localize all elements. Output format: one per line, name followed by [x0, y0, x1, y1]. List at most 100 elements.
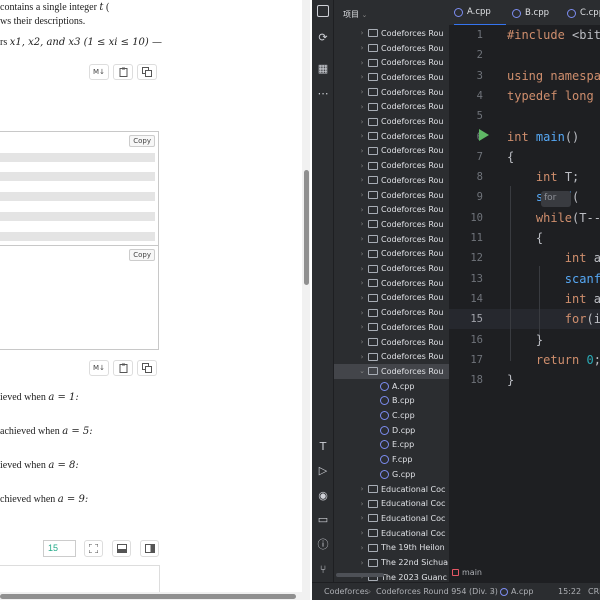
chevron-right-icon[interactable]: ›: [358, 529, 366, 537]
tree-folder[interactable]: › Codeforces Rou: [334, 114, 449, 129]
chevron-right-icon[interactable]: ›: [358, 191, 366, 199]
tree-folder[interactable]: › Educational Coc: [334, 526, 449, 541]
copy-input-button[interactable]: Copy: [129, 135, 155, 147]
tree-folder[interactable]: › Codeforces Rou: [334, 26, 449, 41]
tab-b-cpp[interactable]: B.cpp: [512, 0, 549, 25]
git-icon[interactable]: ⟳: [315, 29, 331, 45]
tab-c-cpp[interactable]: C.cpp: [567, 0, 600, 25]
tree-folder[interactable]: › Educational Coc: [334, 496, 449, 511]
layout-bottom-icon[interactable]: [112, 540, 131, 557]
chevron-right-icon[interactable]: ›: [358, 44, 366, 52]
chevron-right-icon[interactable]: ›: [358, 323, 366, 331]
chevron-right-icon[interactable]: ›: [358, 353, 366, 361]
tree-folder[interactable]: › Codeforces Rou: [334, 291, 449, 306]
build-icon[interactable]: T: [315, 438, 331, 454]
tree-folder[interactable]: › Codeforces Rou: [334, 173, 449, 188]
copy-output-button[interactable]: Copy: [129, 249, 155, 261]
breadcrumb-file[interactable]: A.cpp: [511, 587, 533, 596]
chevron-right-icon[interactable]: ›: [358, 338, 366, 346]
tree-file[interactable]: G.cpp: [334, 467, 449, 482]
layout-side-icon[interactable]: [140, 540, 159, 557]
tree-folder[interactable]: › Codeforces Rou: [334, 85, 449, 100]
tree-folder[interactable]: › Codeforces Rou: [334, 276, 449, 291]
markdown-button-2[interactable]: M↓: [89, 360, 109, 376]
tree-folder[interactable]: › Codeforces Rou: [334, 188, 449, 203]
breadcrumb-folder[interactable]: Codeforces Round 954 (Div. 3): [376, 587, 498, 596]
tree-folder[interactable]: › Codeforces Rou: [334, 100, 449, 115]
chevron-right-icon[interactable]: ›: [358, 279, 366, 287]
tree-folder[interactable]: › Codeforces Rou: [334, 70, 449, 85]
fullscreen-icon[interactable]: [84, 540, 103, 557]
chevron-right-icon[interactable]: ›: [358, 500, 366, 508]
branch-label[interactable]: main: [452, 568, 482, 577]
tree-folder[interactable]: › Codeforces Rou: [334, 55, 449, 70]
tree-file[interactable]: B.cpp: [334, 394, 449, 409]
chevron-right-icon[interactable]: ›: [358, 103, 366, 111]
folder-icon[interactable]: [317, 5, 329, 17]
tree-folder[interactable]: › Codeforces Rou: [334, 129, 449, 144]
chevron-right-icon[interactable]: ›: [358, 250, 366, 258]
code-editor[interactable]: 1 2 3 4 5 6 7 8 9 10 11 12 13 14 15 16 17 18 #include <bi…: [449, 26, 600, 582]
chevron-right-icon[interactable]: ›: [358, 29, 366, 37]
tree-folder[interactable]: › Codeforces Rou: [334, 158, 449, 173]
chevron-right-icon[interactable]: ›: [358, 206, 366, 214]
chevron-right-icon[interactable]: ›: [358, 118, 366, 126]
chevron-down-icon[interactable]: ⌄: [358, 367, 366, 375]
run-icon[interactable]: ▷: [315, 462, 331, 478]
tree-folder[interactable]: › Codeforces Rou: [334, 335, 449, 350]
chevron-right-icon[interactable]: ›: [358, 544, 366, 552]
chevron-right-icon[interactable]: ›: [358, 235, 366, 243]
tree-file[interactable]: C.cpp: [334, 408, 449, 423]
chevron-right-icon[interactable]: ›: [358, 265, 366, 273]
clipboard-icon[interactable]: [113, 360, 133, 376]
tree-file[interactable]: D.cpp: [334, 423, 449, 438]
tree-folder[interactable]: › Codeforces Rou: [334, 349, 449, 364]
chevron-right-icon[interactable]: ›: [358, 147, 366, 155]
breadcrumb-root[interactable]: Codeforces: [324, 587, 369, 596]
chevron-right-icon[interactable]: ›: [358, 176, 366, 184]
chevron-right-icon[interactable]: ›: [358, 485, 366, 493]
tree-folder[interactable]: › Educational Coc: [334, 482, 449, 497]
vcs-icon[interactable]: ⑂: [315, 561, 331, 577]
tree-folder[interactable]: › Codeforces Rou: [334, 41, 449, 56]
chevron-right-icon[interactable]: ›: [358, 162, 366, 170]
clipboard-icon[interactable]: [113, 64, 133, 80]
chevron-right-icon[interactable]: ›: [358, 73, 366, 81]
tree-folder[interactable]: › The 19th Heilon: [334, 541, 449, 556]
chevron-right-icon[interactable]: ›: [358, 220, 366, 228]
debug-icon[interactable]: ◉: [315, 487, 331, 503]
problems-icon[interactable]: ⓘ: [315, 536, 331, 552]
line-ending[interactable]: CRL: [588, 587, 600, 596]
copy-icon[interactable]: [137, 64, 157, 80]
chevron-right-icon[interactable]: ›: [358, 309, 366, 317]
tree-folder[interactable]: › Codeforces Rou: [334, 217, 449, 232]
tab-a-cpp[interactable]: A.cpp: [454, 0, 506, 25]
project-header[interactable]: 项目 ⌄: [334, 0, 449, 26]
vertical-scrollbar[interactable]: [302, 0, 310, 600]
chevron-right-icon[interactable]: ›: [358, 294, 366, 302]
tree-file[interactable]: A.cpp: [334, 379, 449, 394]
tree-folder[interactable]: › The 22nd Sichua: [334, 555, 449, 570]
project-scrollbar[interactable]: [336, 573, 384, 577]
tree-folder[interactable]: › Codeforces Rou: [334, 261, 449, 276]
tree-folder[interactable]: › Codeforces Rou: [334, 320, 449, 335]
chevron-right-icon[interactable]: ›: [358, 559, 366, 567]
chevron-right-icon[interactable]: ›: [358, 88, 366, 96]
tree-folder[interactable]: › Codeforces Rou: [334, 247, 449, 262]
tree-file[interactable]: F.cpp: [334, 452, 449, 467]
structure-icon[interactable]: ▦: [315, 60, 331, 76]
cursor-position[interactable]: 15:22: [558, 587, 581, 596]
tree-file[interactable]: E.cpp: [334, 438, 449, 453]
tree-folder[interactable]: › Codeforces Rou: [334, 202, 449, 217]
tree-folder[interactable]: › Codeforces Rou: [334, 305, 449, 320]
more-icon[interactable]: ⋯: [315, 85, 331, 101]
font-size-input[interactable]: 15: [43, 540, 76, 557]
tree-folder[interactable]: › Codeforces Rou: [334, 144, 449, 159]
horizontal-scrollbar[interactable]: [0, 592, 302, 600]
copy-icon[interactable]: [137, 360, 157, 376]
editor-area[interactable]: [0, 565, 160, 595]
tree-folder[interactable]: ⌄ Codeforces Rou: [334, 364, 449, 379]
terminal-icon[interactable]: ▭: [315, 511, 331, 527]
chevron-right-icon[interactable]: ›: [358, 514, 366, 522]
tree-folder[interactable]: › Codeforces Rou: [334, 232, 449, 247]
